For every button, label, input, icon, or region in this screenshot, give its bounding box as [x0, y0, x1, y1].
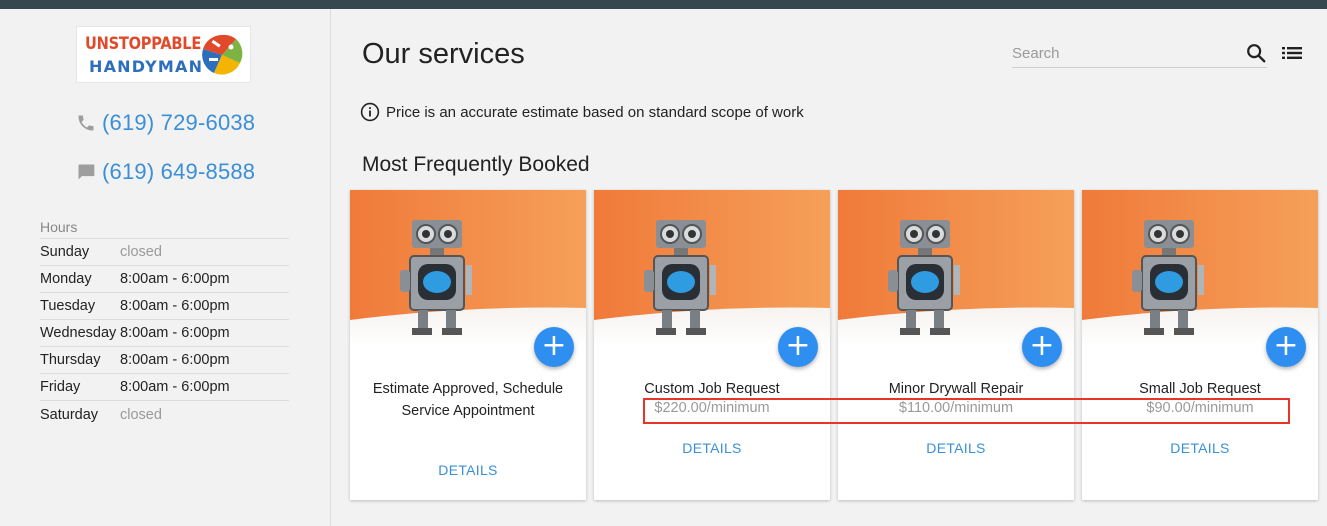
hours-row: Tuesday 8:00am - 6:00pm	[40, 293, 289, 320]
page-title: Our services	[362, 38, 525, 70]
hours-row: Wednesday 8:00am - 6:00pm	[40, 320, 289, 347]
search-bar	[1012, 40, 1267, 68]
sms-contact[interactable]: (619) 649-8588	[73, 157, 255, 187]
hours-title: Hours	[40, 217, 289, 239]
robot-image	[350, 190, 586, 347]
hours-time: 8:00am - 6:00pm	[120, 325, 230, 341]
service-card[interactable]: + Minor Drywall Repair $110.00/minimum D…	[838, 190, 1074, 500]
sms-number-link[interactable]: (619) 649-8588	[102, 159, 255, 185]
price-highlight-box	[643, 398, 1290, 424]
hours-time: 8:00am - 6:00pm	[120, 379, 230, 395]
hours-day: Sunday	[40, 244, 90, 260]
hours-day: Tuesday	[40, 298, 96, 314]
robot-image	[1082, 190, 1318, 347]
robot-image	[838, 190, 1074, 347]
notice-text: Price is an accurate estimate based on s…	[386, 103, 804, 121]
service-card[interactable]: + Custom Job Request $220.00/minimum DET…	[594, 190, 830, 500]
phone-contact[interactable]: (619) 729-6038	[73, 108, 255, 138]
hours-time: closed	[120, 406, 162, 423]
details-link[interactable]: DETAILS	[594, 440, 830, 456]
robot-image	[594, 190, 830, 347]
logo-text-line1: UNSTOPPABLE	[85, 34, 202, 54]
hours-row: Sunday closed	[40, 239, 289, 266]
hours-day: Wednesday	[40, 325, 117, 341]
info-icon	[360, 102, 380, 122]
service-title: Small Job Request	[1139, 381, 1261, 397]
company-logo[interactable]: UNSTOPPABLE HANDYMAN	[76, 26, 251, 83]
section-title: Most Frequently Booked	[362, 153, 590, 176]
message-icon	[73, 160, 99, 184]
service-card[interactable]: + Small Job Request $90.00/minimum DETAI…	[1082, 190, 1318, 500]
hours-time: closed	[120, 244, 162, 260]
add-service-button[interactable]: +	[534, 327, 574, 367]
search-icon[interactable]	[1245, 42, 1267, 64]
add-service-button[interactable]: +	[778, 327, 818, 367]
add-service-button[interactable]: +	[1266, 327, 1306, 367]
logo-badge-icon	[202, 34, 243, 75]
add-service-button[interactable]: +	[1022, 327, 1062, 367]
hours-time: 8:00am - 6:00pm	[120, 352, 230, 368]
details-link[interactable]: DETAILS	[1082, 440, 1318, 456]
service-title: Minor Drywall Repair	[888, 381, 1024, 397]
sidebar: UNSTOPPABLE HANDYMAN (619) 729-6038 (619…	[0, 9, 331, 526]
hours-row: Friday 8:00am - 6:00pm	[40, 374, 289, 401]
service-title: Custom Job Request	[644, 381, 780, 397]
list-view-icon[interactable]	[1282, 45, 1302, 61]
hours-time: 8:00am - 6:00pm	[120, 298, 230, 314]
hours-day: Thursday	[40, 352, 101, 368]
details-link[interactable]: DETAILS	[350, 462, 586, 478]
hours-row: Saturday closed	[40, 401, 289, 428]
service-card[interactable]: + Estimate Approved, Schedule Service Ap…	[350, 190, 586, 500]
hours-row: Monday 8:00am - 6:00pm	[40, 266, 289, 293]
hours-day: Friday	[40, 379, 81, 395]
phone-icon	[73, 111, 99, 135]
hours-time: 8:00am - 6:00pm	[120, 271, 230, 287]
price-notice: Price is an accurate estimate based on s…	[360, 102, 804, 122]
details-link[interactable]: DETAILS	[838, 440, 1074, 456]
phone-number-link[interactable]: (619) 729-6038	[102, 110, 255, 136]
logo-text-line2: HANDYMAN	[89, 57, 204, 76]
top-bar	[0, 0, 1327, 9]
business-hours: Hours Sunday closed Monday 8:00am - 6:00…	[40, 217, 289, 428]
hours-day: Saturday	[40, 406, 99, 423]
search-input[interactable]	[1012, 40, 1237, 66]
service-title: Estimate Approved, Schedule Service Appo…	[372, 381, 564, 419]
hours-row: Thursday 8:00am - 6:00pm	[40, 347, 289, 374]
hours-day: Monday	[40, 271, 92, 287]
